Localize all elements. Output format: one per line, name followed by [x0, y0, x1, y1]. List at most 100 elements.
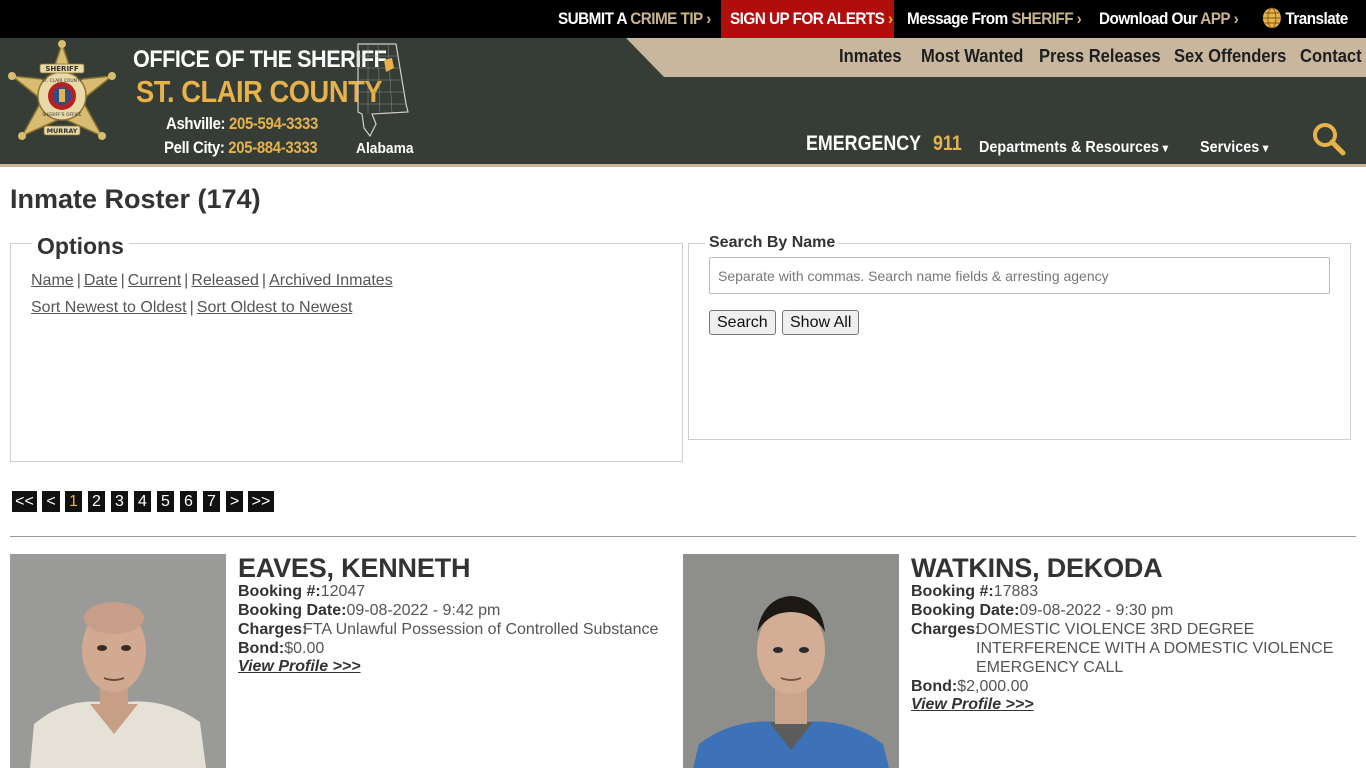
top-utility-bar: SUBMIT A CRIME TIP › SIGN UP FOR ALERTS › … [0, 0, 1366, 38]
crime-tip-prefix: SUBMIT A [558, 9, 631, 28]
view-profile-link[interactable]: View Profile >>> [911, 696, 1034, 714]
search-button[interactable]: Search [709, 310, 776, 335]
message-highlight: SHERIFF [1011, 9, 1074, 28]
sort-links: Sort Newest to Oldest | Sort Oldest to New… [31, 299, 352, 317]
sheriff-star-badge-logo[interactable]: SHERIFF ST. CLAIR COUNTY SHERIFF'S OFFIC… [2, 40, 122, 160]
filter-name-link[interactable]: Name [31, 272, 74, 289]
download-app-link[interactable]: Download Our APP › [1099, 0, 1239, 38]
header-divider [0, 164, 1366, 167]
pager-prev[interactable]: < [42, 491, 60, 512]
show-all-button[interactable]: Show All [782, 310, 860, 335]
field-label: Bond: [238, 640, 285, 657]
booking-date: Booking Date:09-08-2022 - 9:42 pm [238, 601, 500, 620]
services-dropdown[interactable]: Services ▾ [1200, 139, 1268, 157]
inmate-name: EAVES, KENNETH [238, 553, 471, 583]
message-prefix: Message From [907, 9, 1012, 28]
filter-date-link[interactable]: Date [84, 272, 118, 289]
phone-number-link[interactable]: 205-884-3333 [228, 138, 317, 157]
pager-page-1-current[interactable]: 1 [65, 491, 82, 512]
field-label: Booking #: [911, 583, 994, 600]
inmate-photo[interactable] [10, 554, 226, 768]
bond: Bond:$2,000.00 [911, 677, 1028, 696]
pager-first[interactable]: << [12, 491, 37, 512]
field-value: $2,000.00 [957, 678, 1029, 695]
charges-label: Charges: [238, 620, 307, 639]
field-value: 09-08-2022 - 9:30 pm [1019, 602, 1174, 619]
pager-last[interactable]: >> [248, 491, 274, 512]
translate-label: Translate [1285, 9, 1348, 28]
separator: | [261, 272, 267, 289]
dropdown-label: Services [1200, 139, 1260, 156]
phone-ashville: Ashville: 205-594-3333 [166, 114, 318, 134]
nav-sex-offenders[interactable]: Sex Offenders [1174, 46, 1286, 67]
booking-number: Booking #:12047 [238, 582, 365, 601]
charge-item: INTERFERENCE WITH A DOMESTIC VIOLENCE [976, 640, 1334, 657]
view-profile-link[interactable]: View Profile >>> [238, 658, 361, 676]
charges-label: Charges: [911, 620, 980, 639]
badge-county-text: ST. CLAIR COUNTY [42, 78, 83, 84]
pager-page-3[interactable]: 3 [111, 491, 128, 512]
sort-newest-link[interactable]: Sort Newest to Oldest [31, 299, 187, 316]
translate-link[interactable]: Translate [1262, 0, 1348, 38]
separator: | [189, 299, 194, 316]
pager-next[interactable]: > [226, 491, 243, 512]
pager-page-7[interactable]: 7 [203, 491, 220, 512]
dropdown-label: Departments & Resources [979, 139, 1160, 156]
phone-pell-city: Pell City: 205-884-3333 [164, 138, 318, 158]
download-prefix: Download Our [1099, 9, 1201, 28]
phone-label: Ashville: [166, 114, 230, 133]
chevron-right-icon: › [887, 9, 893, 28]
pager-page-4[interactable]: 4 [134, 491, 151, 512]
search-icon[interactable] [1312, 122, 1346, 156]
field-label: Booking Date: [911, 602, 1020, 619]
submit-crime-tip-link[interactable]: SUBMIT A CRIME TIP › [558, 0, 711, 38]
options-legend: Options [32, 233, 129, 260]
chevron-down-icon: ▾ [1262, 141, 1269, 155]
filter-links: Name | Date | Current | Released | Archived Inma… [31, 272, 393, 290]
bond: Bond:$0.00 [238, 639, 324, 658]
separator: | [184, 272, 189, 289]
alabama-map-icon [357, 43, 409, 138]
charge-item: EMERGENCY CALL [976, 659, 1124, 676]
phone-label: Pell City: [164, 138, 229, 157]
filter-released-link[interactable]: Released [191, 272, 259, 289]
field-label: Bond: [911, 678, 958, 695]
map-label: Alabama [356, 140, 414, 157]
emergency-info: EMERGENCY 911 [806, 132, 962, 156]
nav-press-releases[interactable]: Press Releases [1039, 46, 1161, 67]
field-value: 12047 [320, 583, 366, 600]
emergency-number-link[interactable]: 911 [933, 132, 962, 155]
pager-page-6[interactable]: 6 [180, 491, 197, 512]
site-title-line2: ST. CLAIR COUNTY [136, 74, 383, 109]
inmate-photo[interactable] [683, 554, 899, 768]
separator: | [120, 272, 125, 289]
departments-resources-dropdown[interactable]: Departments & Resources ▾ [979, 139, 1168, 157]
nav-contact[interactable]: Contact [1300, 46, 1362, 67]
inmate-name: WATKINS, DEKODA [911, 553, 1163, 583]
field-label: Charges: [911, 621, 981, 638]
search-name-input[interactable] [709, 257, 1330, 294]
sort-oldest-link[interactable]: Sort Oldest to Newest [197, 299, 353, 316]
page-title: Inmate Roster (174) [10, 184, 261, 214]
sign-up-alerts-link[interactable]: SIGN UP FOR ALERTS › [721, 0, 894, 38]
filter-archived-link[interactable]: Archived Inmates [269, 272, 393, 289]
pager-page-5[interactable]: 5 [157, 491, 174, 512]
nav-inmates[interactable]: Inmates [839, 46, 902, 67]
emergency-label: EMERGENCY [806, 132, 922, 155]
charges-list: FTA Unlawful Possession of Controlled Su… [303, 620, 658, 639]
charge-item: FTA Unlawful Possession of Controlled Su… [303, 621, 659, 638]
alerts-label: SIGN UP FOR ALERTS [730, 9, 885, 28]
booking-number: Booking #:17883 [911, 582, 1038, 601]
filter-current-link[interactable]: Current [128, 272, 181, 289]
message-from-sheriff-link[interactable]: Message From SHERIFF › [907, 0, 1082, 38]
badge-name-text: MURRAY [47, 127, 78, 135]
phone-number-link[interactable]: 205-594-3333 [229, 114, 318, 133]
field-label: Booking #: [238, 583, 321, 600]
field-value: 17883 [993, 583, 1039, 600]
site-title-line1: OFFICE OF THE SHERIFF [133, 46, 387, 73]
nav-most-wanted[interactable]: Most Wanted [921, 46, 1023, 67]
separator: | [76, 272, 81, 289]
download-highlight: APP [1200, 9, 1231, 28]
pager-page-2[interactable]: 2 [88, 491, 105, 512]
globe-icon [1262, 7, 1281, 29]
